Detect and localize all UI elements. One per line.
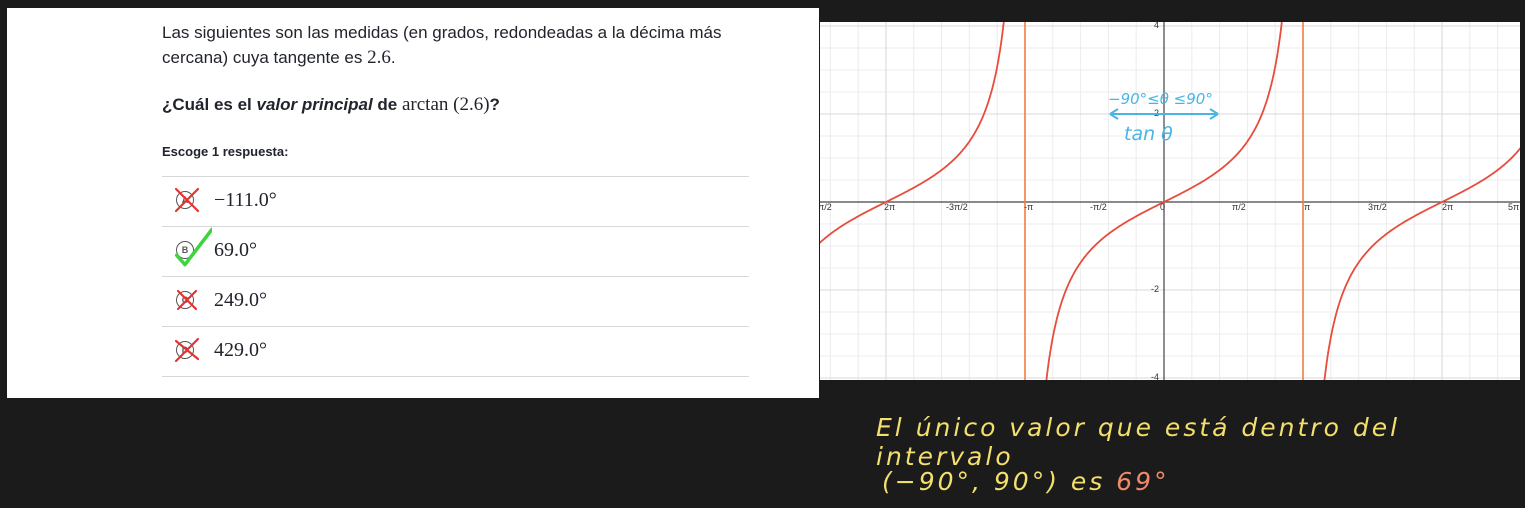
graph-background: [820, 22, 1520, 380]
handwritten-note-line-2: (−90°, 90°) es 69°: [882, 467, 1170, 496]
choice-a-text: −111.0°: [214, 189, 277, 211]
question-mid: de: [372, 95, 402, 114]
annotation-range: −90°≤θ ≤90°: [1108, 90, 1213, 108]
x-tick-label: 0: [1160, 202, 1165, 212]
choice-c[interactable]: C 249.0°: [162, 277, 749, 327]
question-panel: Las siguientes son las medidas (en grado…: [7, 8, 819, 398]
x-tick-label: -π/2: [1090, 202, 1107, 212]
choice-d[interactable]: D 429.0°: [162, 327, 749, 377]
prompt-value: 2.6: [367, 47, 391, 68]
y-tick-label: 4: [1154, 22, 1159, 30]
cross-mark-icon: [174, 187, 200, 213]
choice-b[interactable]: B 69.0°: [162, 227, 749, 277]
question-emphasis: valor principal: [256, 95, 373, 114]
cross-mark-icon: [176, 289, 198, 311]
x-tick-label: -π: [1024, 202, 1033, 212]
question-math: arctan (2.6): [401, 94, 490, 115]
prompt-end: .: [390, 48, 396, 67]
choice-d-text: 429.0°: [214, 339, 267, 361]
choice-instruction: Escoge 1 respuesta:: [162, 144, 289, 159]
note-answer-value: 69°: [1116, 467, 1170, 496]
x-tick-label: π/2: [1232, 202, 1246, 212]
x-tick-label: π/2: [820, 202, 832, 212]
y-tick-label: -2: [1151, 284, 1159, 294]
x-tick-label: -3π/2: [946, 202, 968, 212]
question-title: ¿Cuál es el valor principal de arctan (2…: [162, 94, 762, 116]
question-end: ?: [489, 95, 500, 114]
note-line-2-text: (−90°, 90°) es: [882, 467, 1117, 496]
x-tick-label: 2π: [884, 202, 895, 212]
x-tick-label: 3π/2: [1368, 202, 1387, 212]
prompt-text: Las siguientes son las medidas (en grado…: [162, 23, 722, 67]
annotation-tan: tan θ: [1124, 123, 1173, 145]
tangent-graph: π/2 2π -3π/2 -π -π/2 0 π/2 π 3π/2 2π 5π …: [820, 22, 1520, 380]
x-tick-label: π: [1304, 202, 1310, 212]
handwritten-note-line-1: El único valor que está dentro del inter…: [876, 413, 1401, 471]
y-tick-label: -4: [1151, 372, 1159, 380]
x-tick-label: 2π: [1442, 202, 1453, 212]
choice-b-text: 69.0°: [214, 239, 257, 261]
check-mark-icon: [174, 227, 212, 267]
question-start: ¿Cuál es el: [162, 95, 257, 114]
choice-c-text: 249.0°: [214, 289, 267, 311]
cross-mark-icon: [174, 337, 200, 363]
question-prompt: Las siguientes son las medidas (en grado…: [162, 20, 762, 70]
choice-list: A −111.0° B 69.0° C 249.0° D 429.0°: [162, 176, 749, 377]
x-tick-label: 5π: [1508, 202, 1519, 212]
choice-a[interactable]: A −111.0°: [162, 177, 749, 227]
